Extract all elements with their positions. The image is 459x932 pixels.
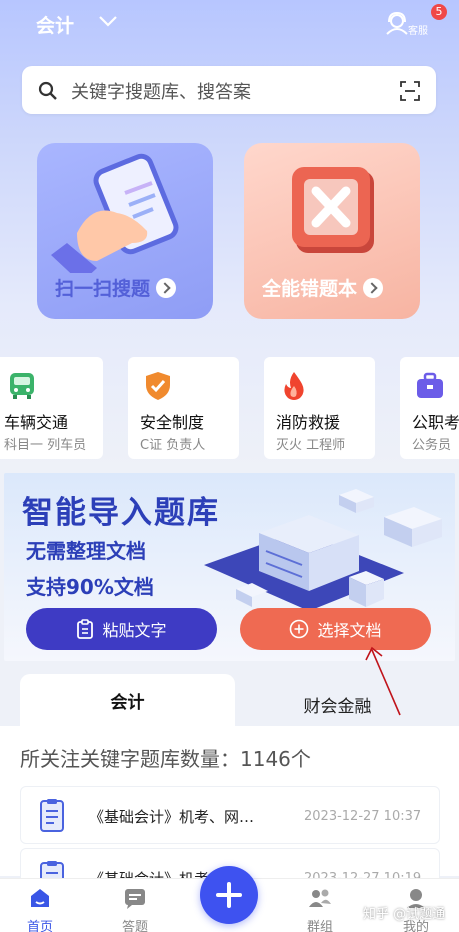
document-icon bbox=[40, 799, 64, 832]
question-bank-list: 所关注关键字题库数量：1146个 《基础会计》机考、网… 2023-12-27 … bbox=[0, 726, 459, 906]
banner-subtitle-1: 无需整理文档 bbox=[26, 539, 146, 563]
briefcase-icon bbox=[417, 372, 443, 398]
headset-icon bbox=[386, 11, 408, 35]
add-button[interactable] bbox=[200, 866, 258, 924]
paste-text-label: 粘贴文字 bbox=[102, 621, 167, 640]
header: 会计 客服 5 bbox=[0, 0, 459, 60]
subject-selector[interactable]: 会计 bbox=[36, 11, 74, 38]
category-fire[interactable]: 消防救援 灭火 工程师 bbox=[264, 357, 375, 459]
error-book-label: 全能错题本 bbox=[262, 274, 384, 301]
category-civil-service[interactable]: 公职考 公务员 bbox=[400, 357, 459, 459]
cross-box-icon bbox=[292, 167, 374, 253]
list-item-title: 《基础会计》机考、网… bbox=[89, 808, 255, 826]
banner-title: 智能导入题库 bbox=[22, 495, 220, 531]
category-title: 消防救援 bbox=[276, 413, 341, 432]
notification-badge: 5 bbox=[431, 4, 447, 20]
category-vehicle[interactable]: 车辆交通 科目一 列车员 bbox=[0, 357, 103, 459]
keyword-count: 所关注关键字题库数量：1146个 bbox=[20, 747, 311, 771]
arrow-pointer-icon bbox=[365, 646, 401, 716]
chevron-down-icon[interactable] bbox=[98, 14, 118, 28]
phone-hand-icon bbox=[51, 153, 179, 273]
category-title: 车辆交通 bbox=[4, 413, 69, 432]
paste-text-button[interactable]: 粘贴文字 bbox=[26, 608, 217, 650]
customer-service-button[interactable]: 客服 5 bbox=[383, 4, 447, 42]
category-title: 安全制度 bbox=[140, 413, 205, 432]
import-banner: 智能导入题库 无需整理文档 支持90%文档 粘贴文字 选择文档 bbox=[4, 473, 455, 661]
list-item-date: 2023-12-27 10:37 bbox=[304, 809, 422, 824]
shield-icon bbox=[146, 372, 170, 400]
nav-label: 答题 bbox=[121, 920, 148, 932]
flame-icon bbox=[284, 372, 304, 400]
arrow-right-icon bbox=[156, 277, 177, 298]
answer-icon bbox=[125, 889, 145, 909]
error-book-card[interactable]: 全能错题本 bbox=[244, 143, 420, 319]
scan-search-label: 扫一扫搜题 bbox=[55, 274, 177, 301]
category-subtitle: 科目一 列车员 bbox=[4, 438, 87, 453]
nav-label: 群组 bbox=[306, 920, 333, 932]
category-title: 公职考 bbox=[412, 413, 459, 432]
search-icon bbox=[38, 81, 57, 100]
plus-circle-icon bbox=[290, 619, 309, 639]
list-item[interactable]: 《基础会计》机考、网… 2023-12-27 10:37 bbox=[20, 786, 440, 844]
group-icon bbox=[309, 889, 331, 907]
arrow-right-icon bbox=[363, 277, 384, 298]
nav-answer[interactable]: 答题 bbox=[105, 887, 165, 932]
home-icon bbox=[31, 889, 49, 907]
clipboard-icon bbox=[77, 619, 94, 639]
search-placeholder: 关键字搜题库、搜答案 bbox=[71, 82, 251, 103]
search-bar[interactable]: 关键字搜题库、搜答案 bbox=[22, 66, 436, 114]
nav-label: 首页 bbox=[26, 920, 53, 932]
banner-subtitle-2: 支持90%文档 bbox=[26, 575, 154, 599]
nav-group[interactable]: 群组 bbox=[290, 887, 350, 932]
nav-home[interactable]: 首页 bbox=[10, 887, 70, 932]
category-subtitle: 灭火 工程师 bbox=[276, 438, 346, 453]
tab-accounting[interactable]: 会计 bbox=[20, 674, 235, 726]
category-safety[interactable]: 安全制度 C证 负责人 bbox=[128, 357, 239, 459]
scan-search-card[interactable]: 扫一扫搜题 bbox=[37, 143, 213, 319]
category-subtitle: C证 负责人 bbox=[140, 438, 206, 453]
scan-icon[interactable] bbox=[400, 81, 420, 101]
category-subtitle: 公务员 bbox=[412, 438, 452, 453]
bus-icon bbox=[10, 373, 34, 399]
choose-document-label: 选择文档 bbox=[317, 621, 382, 640]
customer-service-label: 客服 bbox=[408, 26, 428, 37]
watermark: 知乎 @试题通 bbox=[363, 907, 446, 922]
